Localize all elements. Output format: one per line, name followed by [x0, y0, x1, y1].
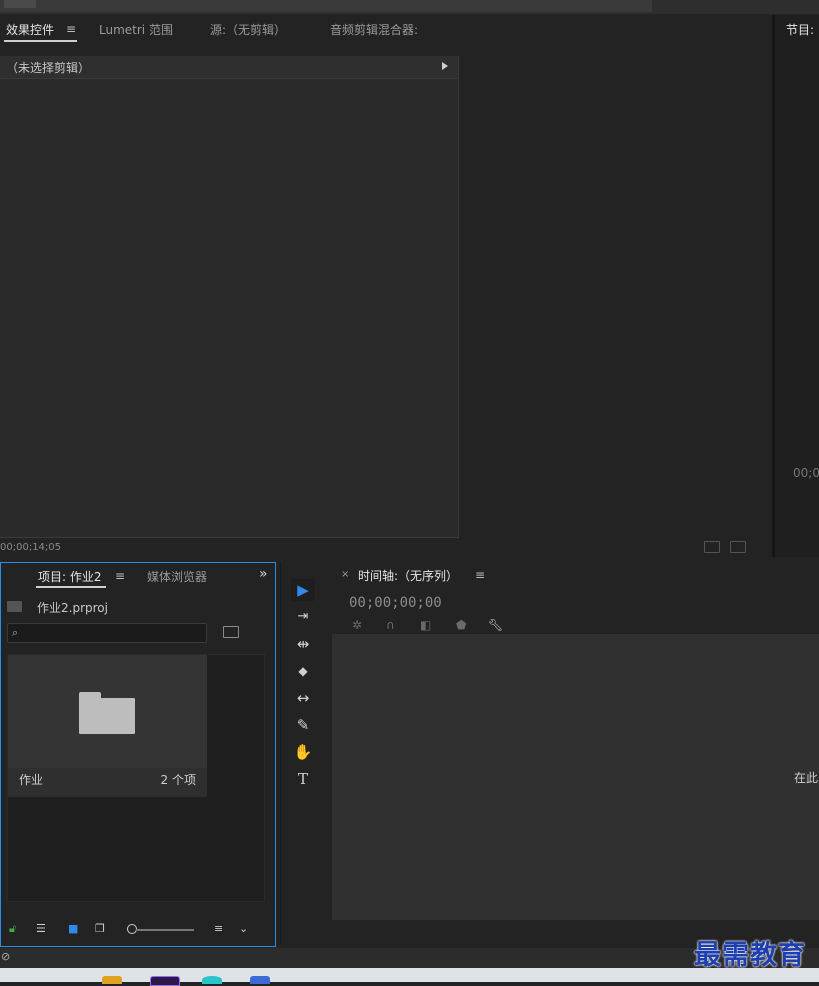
bin-item-count: 2 个项 [160, 773, 196, 787]
app-icon[interactable] [250, 976, 270, 984]
hand-tool-icon[interactable]: ✋ [291, 741, 315, 763]
tab-media-browser[interactable]: 媒体浏览器 [147, 568, 207, 585]
tab-source[interactable]: 源:（无剪辑） [210, 21, 286, 38]
magnet-icon[interactable]: ∩ [386, 618, 395, 632]
bin-thumbnail[interactable] [8, 655, 207, 768]
lock-icon[interactable]: 🔓︎ [9, 922, 16, 936]
timeline-title[interactable]: 时间轴:（无序列） [358, 567, 458, 584]
track-select-tool-icon[interactable]: ⇥ [291, 606, 315, 628]
effect-controls-footer-icons [704, 541, 752, 556]
effect-controls-list: （未选择剪辑） [0, 56, 459, 538]
effect-controls-timecode: 00;00;14;05 [0, 542, 62, 553]
timeline-track-area[interactable] [332, 634, 819, 920]
project-items-grid: 作业 2 个项 [7, 654, 265, 902]
effect-controls-panel: 效果控件 ≡ Lumetri 范围 源:（无剪辑） 音频剪辑混合器: （未选择剪… [0, 15, 770, 557]
hamburger-icon[interactable]: ≡ [66, 22, 76, 36]
tab-lumetri-scopes[interactable]: Lumetri 范围 [99, 21, 173, 38]
tab-project[interactable]: 项目: 作业2 [38, 568, 102, 585]
marker-icon[interactable]: ⬟ [456, 618, 466, 632]
watermark-text: 最需教育 [694, 940, 806, 971]
icon-view-icon[interactable]: ■ [68, 922, 78, 935]
timeline-panel: × 时间轴:（无序列） ≡ 00;00;00;00 ✲ ∩ ◧ ⬟ 🔧︎ 在此 [330, 562, 819, 945]
no-clip-selected-label: （未选择剪辑） [6, 61, 91, 75]
active-tab-underline [36, 586, 106, 588]
ripple-edit-tool-icon[interactable]: ⇹ [291, 633, 315, 655]
bin-name: 作业 [19, 773, 44, 787]
slip-tool-icon[interactable]: ↔ [291, 687, 315, 709]
filter-audio-icon[interactable] [704, 541, 720, 553]
zoom-slider-track[interactable] [136, 929, 194, 931]
search-input[interactable]: ⌕ [7, 623, 207, 643]
program-monitor-panel: 节目: 00;0 [772, 15, 819, 557]
premiere-pro-icon[interactable] [150, 976, 180, 986]
clip-header: （未选择剪辑） [0, 56, 458, 79]
chevron-down-icon[interactable]: ⌄ [239, 922, 248, 935]
active-tab-underline [4, 40, 77, 42]
project-panel: 项目: 作业2 ≡ 媒体浏览器 » 作业2.prproj ⌕ 作业 2 个项 🔓… [0, 562, 276, 947]
browser-icon[interactable] [202, 976, 222, 984]
tools-panel: ▶ ⇥ ⇹ ◆ ↔ ✎ ✋ T [280, 562, 327, 945]
selection-tool-icon[interactable]: ▶ [291, 579, 315, 601]
workspace-marker [4, 0, 36, 8]
panel-divider[interactable] [772, 15, 775, 557]
tab-audio-clip-mixer[interactable]: 音频剪辑混合器: [330, 21, 418, 38]
list-view-icon[interactable]: ☰ [36, 922, 46, 935]
razor-tool-icon[interactable]: ◆ [291, 660, 315, 682]
file-explorer-icon[interactable] [102, 976, 122, 984]
hamburger-icon[interactable]: ≡ [475, 568, 485, 582]
effect-controls-tabs: 效果控件 ≡ Lumetri 范围 源:（无剪辑） 音频剪辑混合器: [0, 15, 770, 45]
tab-effect-controls[interactable]: 效果控件 [6, 21, 54, 38]
pen-tool-icon[interactable]: ✎ [291, 714, 315, 736]
wrench-icon[interactable]: 🔧︎ [488, 618, 503, 632]
search-icon: ⌕ [12, 626, 19, 639]
bin-item[interactable]: 作业 2 个项 [8, 655, 207, 797]
snap-icon[interactable]: ✲ [352, 618, 362, 632]
project-file-name: 作业2.prproj [37, 601, 108, 615]
hamburger-icon[interactable]: ≡ [115, 569, 125, 583]
sort-icon[interactable]: ≡ [214, 922, 223, 935]
close-icon[interactable]: × [341, 569, 349, 580]
timeline-timecode[interactable]: 00;00;00;00 [349, 595, 442, 611]
program-timecode: 00;0 [793, 466, 819, 480]
new-search-bin-icon[interactable] [223, 626, 239, 638]
workspace-bar [0, 0, 652, 12]
effect-controls-timeline-area [459, 56, 770, 537]
expand-arrow-icon[interactable] [442, 62, 448, 70]
project-folder-icon [7, 601, 22, 612]
export-frame-icon[interactable] [729, 541, 746, 553]
double-chevron-right-icon[interactable]: » [259, 566, 268, 582]
status-icon: ⊘ [1, 950, 11, 963]
type-tool-icon[interactable]: T [291, 768, 315, 790]
add-marker-icon[interactable]: ◧ [420, 618, 431, 632]
freeform-view-icon[interactable]: ❐ [95, 922, 105, 935]
program-monitor-title[interactable]: 节目: [786, 21, 814, 38]
project-toolbar: 🔓︎ ☰ ■ ❐ ≡ ⌄ [1, 918, 275, 940]
timeline-drop-hint: 在此 [794, 771, 819, 785]
folder-icon [79, 692, 135, 734]
top-header-strip [0, 0, 819, 14]
